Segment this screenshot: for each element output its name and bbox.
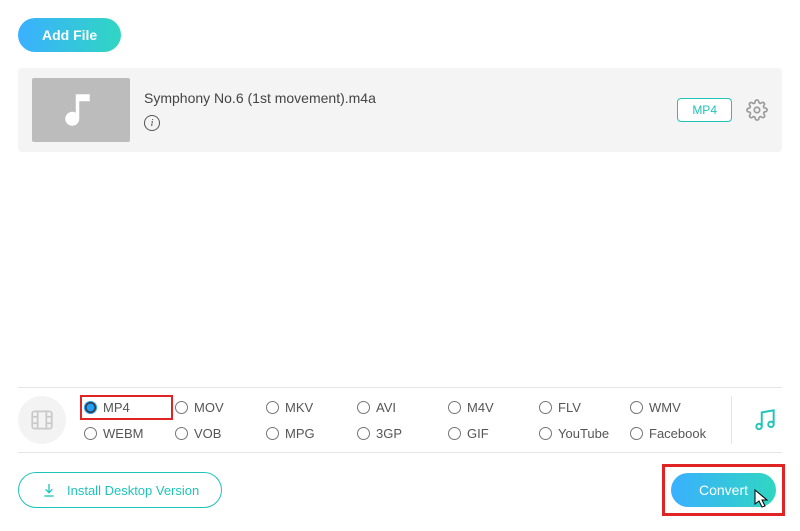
install-label: Install Desktop Version <box>67 483 199 498</box>
format-radio[interactable] <box>357 427 370 440</box>
format-radio[interactable] <box>448 427 461 440</box>
format-radio[interactable] <box>630 401 643 414</box>
divider <box>731 396 732 444</box>
format-option-avi[interactable]: AVI <box>357 400 442 415</box>
format-option-wmv[interactable]: WMV <box>630 400 715 415</box>
file-name: Symphony No.6 (1st movement).m4a <box>144 90 663 106</box>
file-thumbnail <box>32 78 130 142</box>
format-radio[interactable] <box>175 427 188 440</box>
footer: Install Desktop Version Convert <box>18 467 782 513</box>
format-label: VOB <box>194 426 221 441</box>
format-radio[interactable] <box>175 401 188 414</box>
format-option-3gp[interactable]: 3GP <box>357 426 442 441</box>
format-option-mp4[interactable]: MP4 <box>84 399 169 416</box>
format-option-flv[interactable]: FLV <box>539 400 624 415</box>
format-radio[interactable] <box>84 427 97 440</box>
format-option-vob[interactable]: VOB <box>175 426 260 441</box>
format-radio[interactable] <box>84 401 97 414</box>
format-option-m4v[interactable]: M4V <box>448 400 533 415</box>
video-category-icon-wrap[interactable] <box>18 396 66 444</box>
convert-button[interactable]: Convert <box>671 473 776 507</box>
format-radio[interactable] <box>539 427 552 440</box>
format-label: 3GP <box>376 426 402 441</box>
format-label: MKV <box>285 400 313 415</box>
file-body: Symphony No.6 (1st movement).m4a i <box>144 90 663 131</box>
format-option-mkv[interactable]: MKV <box>266 400 351 415</box>
format-option-facebook[interactable]: Facebook <box>630 426 715 441</box>
format-option-gif[interactable]: GIF <box>448 426 533 441</box>
format-label: FLV <box>558 400 581 415</box>
format-radio[interactable] <box>266 401 279 414</box>
music-note-icon <box>60 89 102 131</box>
format-label: MPG <box>285 426 315 441</box>
audio-category-button[interactable] <box>748 407 782 433</box>
install-desktop-button[interactable]: Install Desktop Version <box>18 472 222 508</box>
format-option-webm[interactable]: WEBM <box>84 426 169 441</box>
output-formats-bar: MP4 MOV MKV AVI M4V FLV WMV WEBM VOB MPG… <box>18 387 782 453</box>
format-option-youtube[interactable]: YouTube <box>539 426 624 441</box>
format-label: M4V <box>467 400 494 415</box>
formats-grid: MP4 MOV MKV AVI M4V FLV WMV WEBM VOB MPG… <box>84 399 715 441</box>
format-label: MOV <box>194 400 224 415</box>
file-format-badge[interactable]: MP4 <box>677 98 732 122</box>
film-icon <box>29 407 55 433</box>
format-label: YouTube <box>558 426 609 441</box>
format-label: Facebook <box>649 426 706 441</box>
format-radio[interactable] <box>630 427 643 440</box>
music-icon <box>752 407 778 433</box>
convert-highlight: Convert <box>665 467 782 513</box>
format-label: AVI <box>376 400 396 415</box>
info-icon[interactable]: i <box>144 115 160 131</box>
settings-button[interactable] <box>746 99 768 121</box>
download-icon <box>41 482 57 498</box>
format-label: GIF <box>467 426 489 441</box>
format-label: MP4 <box>103 400 130 415</box>
format-label: WEBM <box>103 426 143 441</box>
format-radio[interactable] <box>448 401 461 414</box>
format-option-mov[interactable]: MOV <box>175 400 260 415</box>
format-label: WMV <box>649 400 681 415</box>
add-file-button[interactable]: Add File <box>18 18 121 52</box>
format-radio[interactable] <box>539 401 552 414</box>
gear-icon <box>746 99 768 121</box>
format-radio[interactable] <box>266 427 279 440</box>
format-radio[interactable] <box>357 401 370 414</box>
format-option-mpg[interactable]: MPG <box>266 426 351 441</box>
file-item: Symphony No.6 (1st movement).m4a i MP4 <box>18 68 782 152</box>
